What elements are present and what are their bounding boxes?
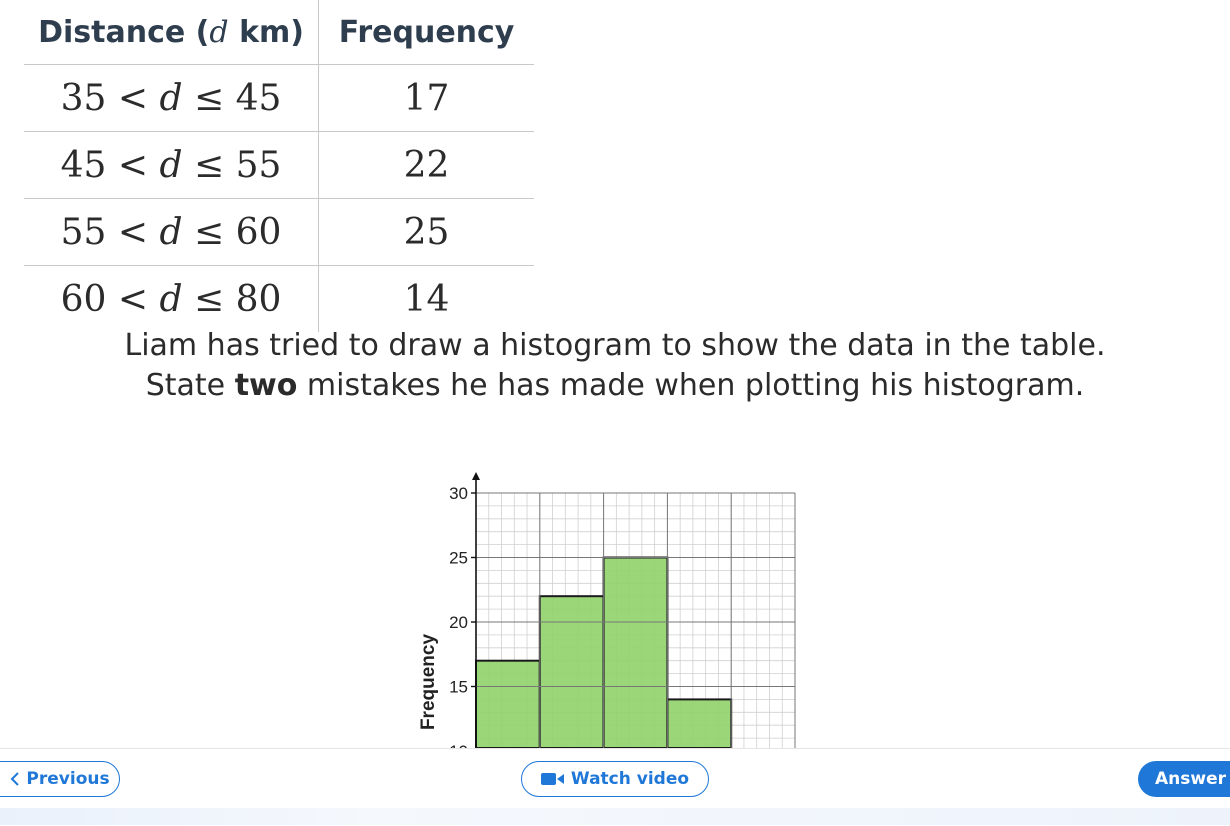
watch-video-button[interactable]: Watch video bbox=[521, 761, 709, 797]
chevron-left-icon bbox=[10, 772, 20, 786]
y-tick-label: 15 bbox=[449, 678, 468, 697]
interval-lower: 60 bbox=[60, 278, 107, 320]
interval-cell: 60 < d ≤ 80 bbox=[24, 265, 320, 332]
header-distance-variable: d bbox=[209, 14, 229, 50]
interval-lower: 35 bbox=[60, 77, 107, 119]
interval-cell: 35 < d ≤ 45 bbox=[24, 64, 320, 132]
header-distance-prefix: Distance ( bbox=[38, 14, 210, 50]
watch-video-button-label: Watch video bbox=[570, 769, 690, 789]
histogram-bar bbox=[602, 556, 669, 748]
frequency-cell: 22 bbox=[318, 131, 534, 199]
interval-lower: 55 bbox=[60, 211, 107, 253]
answer-button[interactable]: Answer bbox=[1138, 761, 1230, 797]
previous-button-label: Previous bbox=[26, 769, 110, 789]
previous-button[interactable]: Previous bbox=[0, 761, 120, 797]
y-axis: 3025201510 bbox=[449, 472, 480, 748]
table-row: 55 < d ≤ 60 25 bbox=[24, 198, 534, 266]
question-line-2-prefix: State bbox=[145, 368, 235, 403]
table-row: 60 < d ≤ 80 14 bbox=[24, 265, 534, 332]
frequency-cell: 14 bbox=[403, 278, 450, 320]
question-line-2: State two mistakes he has made when plot… bbox=[0, 366, 1230, 406]
y-tick-label: 30 bbox=[449, 484, 468, 503]
bottom-strip bbox=[0, 808, 1230, 825]
question-line-2-bold: two bbox=[234, 368, 298, 403]
question-text: Liam has tried to draw a histogram to sh… bbox=[0, 326, 1230, 406]
interval-upper: 80 bbox=[235, 278, 282, 320]
header-distance: Distance (d km) bbox=[24, 0, 320, 65]
histogram-bar bbox=[666, 698, 733, 748]
interval-cell: 45 < d ≤ 55 bbox=[24, 131, 320, 199]
interval-upper: 60 bbox=[235, 211, 282, 253]
histogram-bar bbox=[538, 595, 605, 748]
table-row: 45 < d ≤ 55 22 bbox=[24, 131, 534, 199]
table-row: 35 < d ≤ 45 17 bbox=[24, 64, 534, 132]
y-tick-label: 20 bbox=[449, 613, 468, 632]
question-line-1: Liam has tried to draw a histogram to sh… bbox=[124, 328, 1106, 363]
y-axis-arrow-icon bbox=[472, 472, 480, 480]
video-camera-icon bbox=[540, 772, 565, 786]
histogram-bar bbox=[475, 659, 541, 748]
frequency-cell: 17 bbox=[318, 64, 534, 132]
interval-lower: 45 bbox=[60, 144, 107, 186]
histogram-chart: 3025201510 Frequency bbox=[418, 472, 796, 748]
interval-upper: 45 bbox=[235, 77, 282, 119]
frequency-table: Distance (d km) Frequency 35 < d ≤ 45 17… bbox=[24, 0, 534, 332]
y-tick-label: 25 bbox=[449, 549, 468, 568]
table-header-row: Distance (d km) Frequency bbox=[24, 0, 534, 65]
header-distance-suffix: km) bbox=[228, 14, 304, 50]
question-line-2-suffix: mistakes he has made when plotting his h… bbox=[297, 368, 1085, 403]
frequency-cell: 25 bbox=[318, 198, 534, 266]
interval-upper: 55 bbox=[235, 144, 282, 186]
interval-cell: 55 < d ≤ 60 bbox=[24, 198, 320, 266]
y-axis-label: Frequency bbox=[418, 634, 439, 731]
header-frequency: Frequency bbox=[318, 0, 534, 65]
answer-button-label: Answer bbox=[1155, 769, 1226, 789]
